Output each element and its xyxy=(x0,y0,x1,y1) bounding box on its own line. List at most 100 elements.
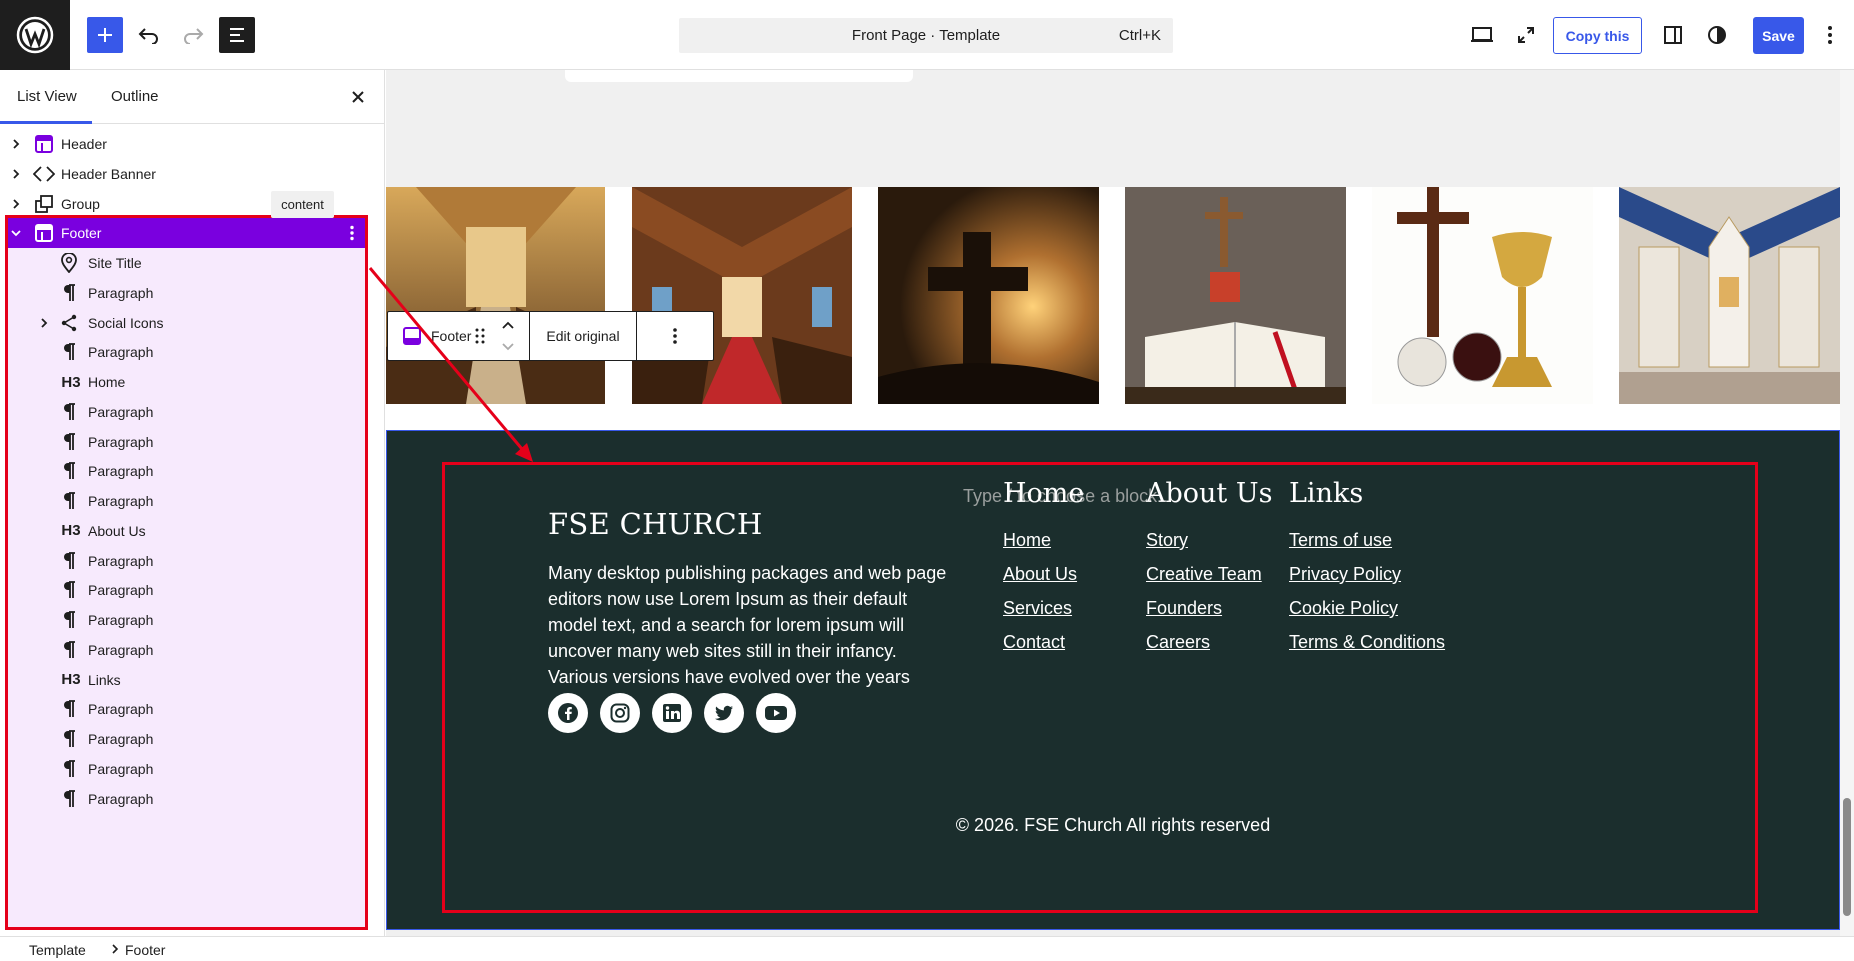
chevron-right-icon[interactable] xyxy=(9,137,23,151)
list-view-item-site-title[interactable]: Site Title xyxy=(0,248,370,278)
cross-sunset-image[interactable] xyxy=(878,187,1099,404)
active-tab-indicator xyxy=(0,121,92,124)
wordpress-logo-icon[interactable] xyxy=(0,0,70,70)
block-switcher-segment: Footer xyxy=(388,312,530,360)
edit-original-button[interactable]: Edit original xyxy=(530,312,637,360)
youtube-icon[interactable] xyxy=(756,693,796,733)
list-view-item-paragraph[interactable]: Paragraph xyxy=(0,754,370,784)
footer-link[interactable]: Privacy Policy xyxy=(1289,557,1445,591)
chevron-down-icon[interactable] xyxy=(9,226,23,240)
list-view-item-social-icons[interactable]: Social Icons xyxy=(0,308,370,338)
move-up-icon[interactable] xyxy=(501,318,515,336)
save-button[interactable]: Save xyxy=(1753,17,1804,54)
list-view-item-paragraph[interactable]: Paragraph xyxy=(0,724,370,754)
paragraph-icon xyxy=(58,460,80,482)
footer-link[interactable]: Services xyxy=(1003,591,1084,625)
template-title: Front Page · Template xyxy=(851,27,1001,44)
list-view-item-header[interactable]: Header xyxy=(0,129,370,159)
list-view-item-about-us[interactable]: H3 About Us xyxy=(0,516,370,546)
copy-button[interactable]: Copy this xyxy=(1553,17,1642,54)
redo-button[interactable] xyxy=(175,17,211,53)
facebook-icon[interactable] xyxy=(548,693,588,733)
settings-panel-icon[interactable] xyxy=(1655,17,1691,53)
drag-handle-icon[interactable] xyxy=(475,327,485,350)
footer-link[interactable]: Home xyxy=(1003,523,1084,557)
footer-link[interactable]: Terms of use xyxy=(1289,523,1445,557)
footer-heading-home[interactable]: Home xyxy=(1003,478,1084,509)
altar-bible-image[interactable] xyxy=(1125,187,1346,404)
footer-link[interactable]: Careers xyxy=(1146,625,1272,659)
footer-heading-about[interactable]: About Us xyxy=(1146,478,1272,509)
close-icon[interactable] xyxy=(347,86,369,108)
list-view-item-paragraph[interactable]: Paragraph xyxy=(0,456,370,486)
paragraph-icon xyxy=(58,639,80,661)
list-view-item-home[interactable]: H3 Home xyxy=(0,367,370,397)
twitter-icon[interactable] xyxy=(704,693,744,733)
list-view-item-paragraph[interactable]: Paragraph xyxy=(0,546,370,576)
paragraph-icon xyxy=(58,698,80,720)
chevron-right-icon[interactable] xyxy=(9,197,23,211)
block-name[interactable]: Footer xyxy=(431,328,477,344)
breadcrumb-footer[interactable]: Footer xyxy=(125,942,165,958)
block-toolbar: Footer Edit original xyxy=(387,311,714,361)
list-view-item-links[interactable]: H3 Links xyxy=(0,665,370,695)
canvas-scrollbar[interactable] xyxy=(1840,70,1854,936)
list-view-item-paragraph[interactable]: Paragraph xyxy=(0,427,370,457)
heading-tag: H3 xyxy=(61,522,81,540)
tab-outline[interactable]: Outline xyxy=(111,88,159,105)
item-options-icon[interactable] xyxy=(349,225,355,244)
instagram-icon[interactable] xyxy=(600,693,640,733)
site-title[interactable]: FSE CHURCH xyxy=(548,507,763,541)
footer-link[interactable]: Creative Team xyxy=(1146,557,1272,591)
list-view-item-paragraph[interactable]: Paragraph xyxy=(0,575,370,605)
list-view-item-paragraph[interactable]: Paragraph xyxy=(0,278,370,308)
footer-heading-links[interactable]: Links xyxy=(1289,478,1445,509)
breadcrumb-template[interactable]: Template xyxy=(29,942,86,958)
cathedral-altar-image[interactable] xyxy=(1619,187,1840,404)
tab-list-view[interactable]: List View xyxy=(17,88,77,105)
list-view-item-label: Paragraph xyxy=(88,284,154,301)
footer-copyright[interactable]: © 2026. FSE Church All rights reserved xyxy=(386,815,1840,836)
list-view-item-label: Paragraph xyxy=(88,433,154,450)
list-view-item-header-banner[interactable]: Header Banner xyxy=(0,159,370,189)
move-down-icon[interactable] xyxy=(501,340,515,358)
undo-button[interactable] xyxy=(131,17,167,53)
footer-link[interactable]: Cookie Policy xyxy=(1289,591,1445,625)
list-view-item-footer[interactable]: Footer xyxy=(8,218,365,249)
list-view-item-paragraph[interactable]: Paragraph xyxy=(0,337,370,367)
editor-canvas: FSE CHURCH Many desktop publishing packa… xyxy=(386,70,1840,936)
list-view-item-paragraph[interactable]: Paragraph xyxy=(0,635,370,665)
styles-contrast-icon[interactable] xyxy=(1699,17,1735,53)
footer-link[interactable]: Founders xyxy=(1146,591,1272,625)
list-view-item-label: Paragraph xyxy=(88,582,154,599)
more-options-icon[interactable] xyxy=(1812,17,1848,53)
list-view-item-paragraph[interactable]: Paragraph xyxy=(0,397,370,427)
list-view-item-paragraph[interactable]: Paragraph xyxy=(0,605,370,635)
heading-tag: H3 xyxy=(61,373,81,391)
footer-link[interactable]: Terms & Conditions xyxy=(1289,625,1445,659)
footer-link[interactable]: Contact xyxy=(1003,625,1084,659)
footer-link[interactable]: About Us xyxy=(1003,557,1084,591)
chalice-cross-image[interactable] xyxy=(1372,187,1593,404)
paragraph-icon xyxy=(58,490,80,512)
block-options-icon[interactable] xyxy=(637,312,713,360)
command-palette-bar[interactable]: Front Page · Template Ctrl+K xyxy=(679,18,1173,53)
footer-link[interactable]: Story xyxy=(1146,523,1272,557)
list-view-item-label: Paragraph xyxy=(88,641,154,658)
footer-description[interactable]: Many desktop publishing packages and web… xyxy=(548,560,958,690)
template-part-icon[interactable] xyxy=(403,327,421,350)
fullscreen-icon[interactable] xyxy=(1508,17,1544,53)
list-view-item-paragraph[interactable]: Paragraph xyxy=(0,694,370,724)
church-interior-image[interactable] xyxy=(386,187,605,404)
list-view-item-paragraph[interactable]: Paragraph xyxy=(0,784,370,814)
chevron-right-icon[interactable] xyxy=(9,167,23,181)
template-part-icon xyxy=(33,222,55,244)
desktop-preview-icon[interactable] xyxy=(1464,17,1500,53)
document-overview-button[interactable] xyxy=(219,17,255,53)
list-view-item-paragraph[interactable]: Paragraph xyxy=(0,486,370,516)
chevron-right-icon[interactable] xyxy=(37,316,51,330)
linkedin-icon[interactable] xyxy=(652,693,692,733)
church-nave-image[interactable] xyxy=(632,187,852,404)
add-block-button[interactable] xyxy=(87,17,123,53)
scrollbar-thumb[interactable] xyxy=(1843,798,1851,916)
